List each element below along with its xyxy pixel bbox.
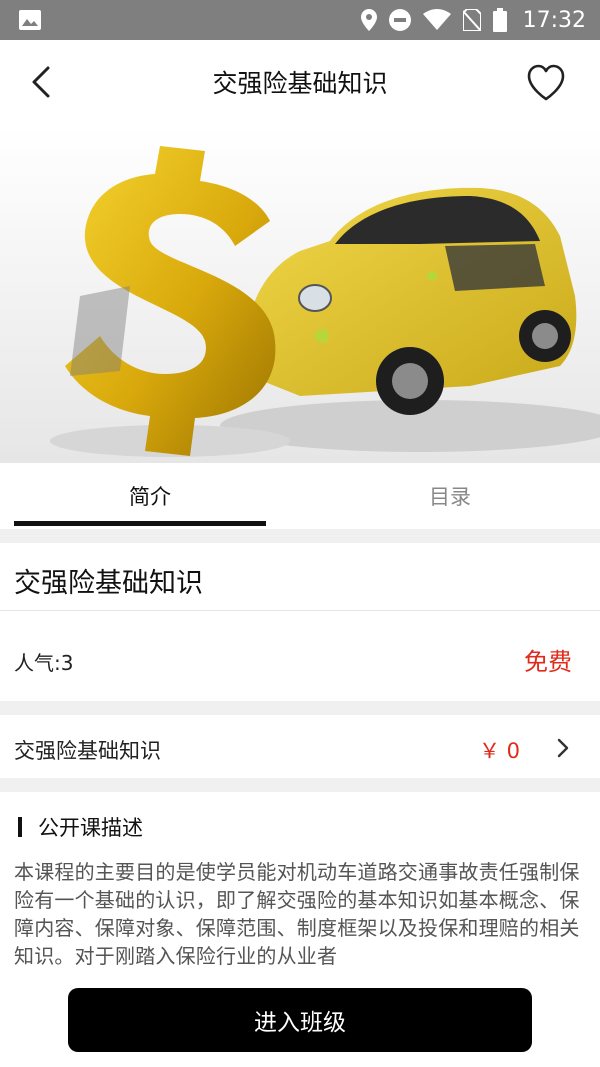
description-heading-label: 公开课描述 — [38, 816, 143, 840]
description-text: 本课程的主要目的是使学员能对机动车道路交通事故责任强制保险有一个基础的认识，即了… — [14, 860, 580, 968]
tab-intro[interactable]: 简介 — [0, 481, 300, 511]
image-icon — [19, 10, 41, 30]
status-bar: 17:32 — [0, 0, 600, 40]
popularity-count: 人气:3 — [14, 651, 74, 675]
course-title: 交强险基础知识 — [14, 568, 203, 599]
tab-bar: 简介 目录 — [0, 463, 600, 529]
course-info-card: 交强险基础知识 人气:3 免费 — [0, 543, 600, 701]
do-not-disturb-icon — [388, 9, 411, 31]
status-time: 17:32 — [522, 7, 586, 33]
battery-icon — [492, 8, 507, 32]
wifi-icon — [422, 9, 451, 30]
lesson-row[interactable]: 交强险基础知识 ￥ 0 — [0, 715, 600, 778]
no-sim-icon — [462, 9, 481, 31]
description-section: 公开课描述 本课程的主要目的是使学员能对机动车道路交通事故责任强制保险有一个基础… — [0, 792, 600, 970]
lesson-name: 交强险基础知识 — [14, 739, 161, 763]
heart-icon[interactable] — [526, 64, 566, 102]
footer-bar: 进入班级 — [0, 970, 600, 1067]
enter-class-button[interactable]: 进入班级 — [68, 988, 532, 1052]
active-tab-indicator — [14, 521, 266, 526]
page-title: 交强险基础知识 — [212, 69, 388, 98]
tab-catalog[interactable]: 目录 — [300, 481, 600, 511]
chevron-right-icon — [557, 738, 569, 758]
heading-marker — [18, 817, 22, 837]
location-icon — [360, 9, 377, 31]
lesson-price: ￥ 0 — [478, 739, 520, 763]
course-price: 免费 — [524, 648, 572, 676]
description-heading: 公开课描述 — [14, 812, 143, 842]
divider — [0, 610, 600, 611]
navigation-bar: 交强险基础知识 — [0, 40, 600, 126]
course-banner-image — [0, 126, 600, 463]
